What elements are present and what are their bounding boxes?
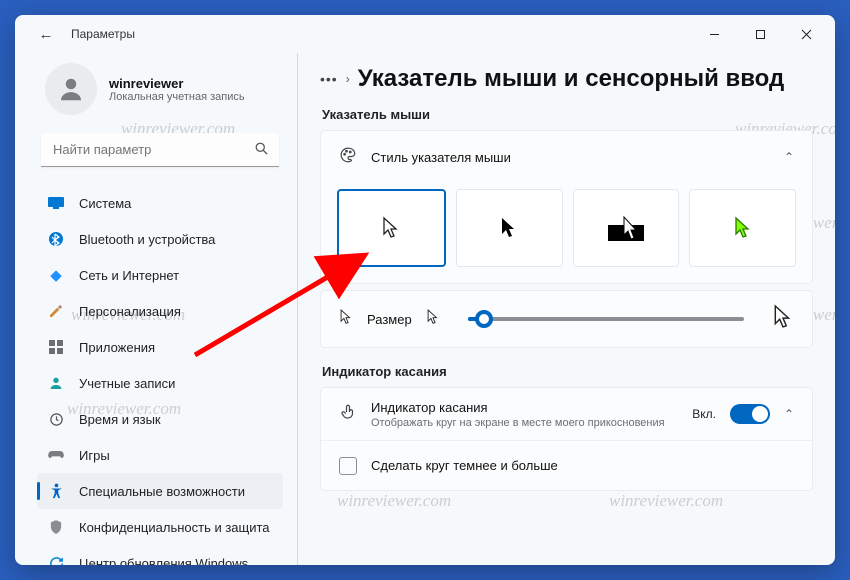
system-icon [47,194,65,212]
size-label: Размер [367,312,412,327]
apps-icon [47,338,65,356]
touch-toggle[interactable] [730,404,770,424]
size-slider[interactable] [468,317,744,321]
breadcrumb-more-icon[interactable]: ••• [320,71,338,87]
pointer-style-header[interactable]: Стиль указателя мыши ⌃ [321,131,812,183]
page-title: Указатель мыши и сенсорный ввод [358,65,785,93]
settings-window: winreviewer.com winreviewer.com winrevie… [15,15,835,565]
chevron-up-icon: ⌃ [784,407,794,421]
darker-circle-label: Сделать круг темнее и больше [371,458,558,473]
sidebar-item-label: Специальные возможности [79,484,245,499]
sidebar-item-privacy[interactable]: Конфиденциальность и защита [37,509,283,545]
update-icon [47,554,65,565]
pointer-style-white[interactable] [337,189,446,267]
section-touch-label: Индикатор касания [322,364,813,379]
sidebar-item-system[interactable]: Система [37,185,283,221]
close-button[interactable] [783,18,829,50]
darker-circle-checkbox[interactable] [339,457,357,475]
user-name: winreviewer [109,76,245,91]
pointer-style-label: Стиль указателя мыши [371,150,511,165]
user-panel[interactable]: winreviewer Локальная учетная запись [15,55,297,129]
sidebar-item-label: Bluetooth и устройства [79,232,215,247]
personalize-icon [47,302,65,320]
sidebar-item-label: Приложения [79,340,155,355]
maximize-button[interactable] [737,18,783,50]
sidebar-item-access[interactable]: Специальные возможности [37,473,283,509]
avatar [45,63,97,115]
sidebar-item-bluetooth[interactable]: Bluetooth и устройства [37,221,283,257]
sidebar-item-label: Игры [79,448,110,463]
chevron-right-icon: › [346,72,350,86]
touch-indicator-title: Индикатор касания [371,400,665,415]
pointer-style-custom[interactable] [689,189,796,267]
chevron-up-icon: ⌃ [784,150,794,164]
sidebar-item-gaming[interactable]: Игры [37,437,283,473]
touch-indicator-subtitle: Отображать круг на экране в месте моего … [371,417,665,429]
pointer-size-card: Размер [320,290,813,348]
cursor-small-icon [339,308,353,331]
touch-indicator-card: Индикатор касания Отображать круг на экр… [320,387,813,491]
pointer-style-card: Стиль указателя мыши ⌃ [320,130,813,284]
sidebar-item-label: Персонализация [79,304,181,319]
privacy-icon [47,518,65,536]
nav-list: Система Bluetooth и устройства ◆ Сеть и Инт… [15,179,297,565]
sidebar-item-label: Центр обновления Windows [79,556,248,566]
network-icon: ◆ [47,266,65,284]
toggle-state-label: Вкл. [692,407,716,421]
cursor-preview-small-icon [426,308,440,331]
palette-icon [339,146,357,169]
sidebar-item-time[interactable]: Время и язык [37,401,283,437]
titlebar: ← Параметры [15,15,835,53]
sidebar-item-personalize[interactable]: Персонализация [37,293,283,329]
darker-circle-row[interactable]: Сделать круг темнее и больше [321,440,812,490]
slider-thumb[interactable] [475,310,493,328]
back-button[interactable]: ← [29,17,63,51]
pointer-style-options [337,189,796,267]
search-input[interactable] [41,133,279,167]
sidebar-item-label: Сеть и Интернет [79,268,179,283]
access-icon [47,482,65,500]
main-content: ••• › Указатель мыши и сенсорный ввод Ук… [298,53,835,565]
sidebar-item-network[interactable]: ◆ Сеть и Интернет [37,257,283,293]
section-pointer-label: Указатель мыши [322,107,813,122]
sidebar-item-accounts[interactable]: Учетные записи [37,365,283,401]
breadcrumb: ••• › Указатель мыши и сенсорный ввод [320,65,813,93]
bluetooth-icon [47,230,65,248]
pointer-style-inverted[interactable] [573,189,680,267]
search-icon [254,141,269,159]
sidebar: winreviewer Локальная учетная запись Сис… [15,53,297,565]
minimize-button[interactable] [691,18,737,50]
window-title: Параметры [71,27,135,41]
user-subtitle: Локальная учетная запись [109,91,245,103]
sidebar-item-label: Конфиденциальность и защита [79,520,270,535]
time-icon [47,410,65,428]
sidebar-item-label: Учетные записи [79,376,175,391]
cursor-preview-large-icon [772,303,794,336]
touch-indicator-header[interactable]: Индикатор касания Отображать круг на экр… [321,388,812,440]
accounts-icon [47,374,65,392]
sidebar-item-apps[interactable]: Приложения [37,329,283,365]
search-box[interactable] [41,133,279,167]
touch-icon [339,403,357,426]
pointer-style-black[interactable] [456,189,563,267]
sidebar-item-update[interactable]: Центр обновления Windows [37,545,283,565]
gaming-icon [47,446,65,464]
sidebar-item-label: Время и язык [79,412,161,427]
sidebar-item-label: Система [79,196,131,211]
